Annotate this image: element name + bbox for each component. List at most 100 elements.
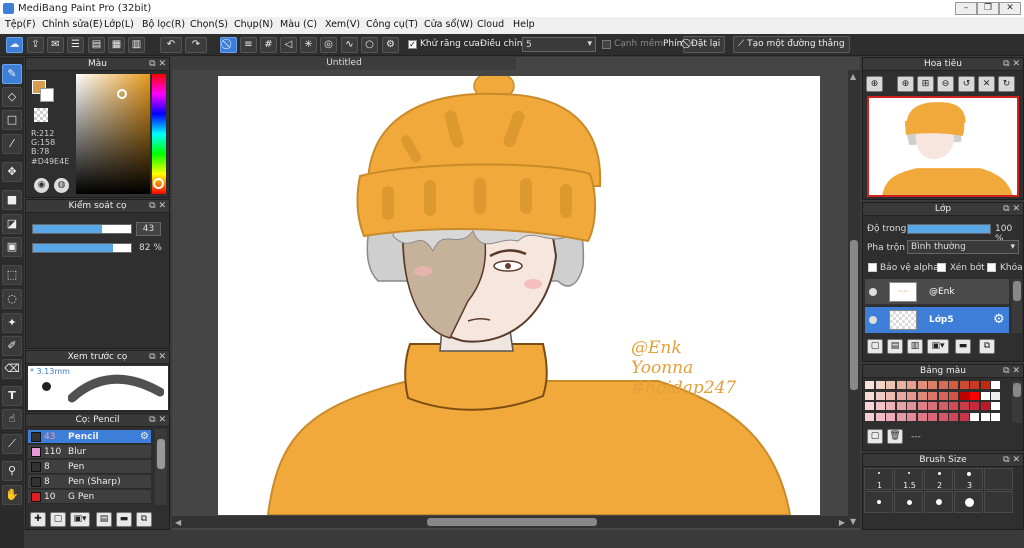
panel-icon[interactable]: ▥	[128, 37, 145, 53]
palette-swatch[interactable]	[928, 402, 937, 410]
scroll-right-icon[interactable]: ▶	[839, 518, 845, 527]
palette-swatch[interactable]	[980, 402, 990, 410]
curve-snap-icon[interactable]: ∿	[341, 37, 358, 53]
palette-swatch[interactable]	[980, 412, 990, 421]
palette-swatch[interactable]	[970, 391, 979, 400]
brush-item[interactable]: 43 Pencil ⚙	[28, 430, 151, 444]
fit-window-icon[interactable]: ⊞	[917, 76, 934, 92]
brush-size-preset-empty-2[interactable]	[984, 491, 1013, 513]
panel-controls-icon[interactable]: ⧉ ✕	[1003, 365, 1020, 377]
menu-filter[interactable]: Bộ lọc(R)	[142, 19, 185, 30]
brush-size-preset-15[interactable]	[954, 491, 983, 513]
soft-edge-checkbox[interactable]	[602, 40, 611, 49]
brush-size-preset-3[interactable]: 3	[954, 468, 983, 490]
palette-swatch[interactable]	[865, 381, 874, 389]
text-tool-icon[interactable]: T	[2, 386, 22, 406]
palette-swatch[interactable]	[886, 402, 895, 410]
palette-swatch[interactable]	[886, 412, 895, 421]
grid-page-icon[interactable]: ▦	[108, 37, 125, 53]
palette-swatch[interactable]	[896, 412, 906, 421]
layer-scrollbar[interactable]	[1012, 279, 1022, 333]
drawing-canvas[interactable]: @Enk Yoonna #hoidap247	[218, 76, 820, 515]
hue-cursor[interactable]	[153, 178, 164, 189]
palette-swatch[interactable]	[928, 412, 937, 421]
navigator-thumbnail[interactable]	[867, 96, 1019, 197]
palette-swatch[interactable]	[907, 402, 916, 410]
menu-tools[interactable]: Công cụ(T)	[366, 19, 418, 30]
palette-swatch[interactable]	[991, 402, 1000, 410]
palette-swatch[interactable]	[907, 381, 916, 389]
palette-swatch[interactable]	[959, 402, 969, 410]
select-rect-tool-icon[interactable]: ⬚	[2, 265, 22, 285]
new-layer-icon[interactable]: ▢	[867, 339, 883, 354]
brush-menu-icon[interactable]: ▣▾	[70, 512, 90, 527]
brush-size-preset-1-5[interactable]: 1.5	[894, 468, 923, 490]
delete-palette-color-icon[interactable]: 🗑	[887, 429, 903, 444]
blend-mode-dropdown[interactable]: Bình thường ▾	[907, 240, 1019, 254]
palette-swatch[interactable]	[949, 391, 958, 400]
menu-cloud[interactable]: Cloud	[477, 19, 504, 30]
menu-layer[interactable]: Lớp(L)	[104, 19, 134, 30]
comment-icon[interactable]: ✉	[47, 37, 64, 53]
eyedropper-tool-icon[interactable]: ⚲	[2, 461, 22, 481]
layer-opacity-slider[interactable]	[907, 224, 991, 234]
palette-swatch[interactable]	[865, 391, 874, 400]
bucket-tool-icon[interactable]: ◪	[2, 214, 22, 234]
layer-row-enk[interactable]: ~~ @Enk	[865, 279, 1009, 305]
palette-swatch[interactable]	[938, 391, 948, 400]
protect-alpha-checkbox[interactable]	[868, 263, 877, 272]
palette-swatch[interactable]	[917, 391, 927, 400]
color-picker-icon[interactable]: ◍	[54, 178, 69, 193]
new-layer-1bit-icon[interactable]: ▤	[887, 339, 903, 354]
layer-add-menu-icon[interactable]: ▣▾	[927, 339, 949, 354]
brush-settings-icon[interactable]: ▤	[96, 512, 112, 527]
palette-swatch[interactable]	[949, 402, 958, 410]
brush-copy-icon[interactable]: ⧉	[136, 512, 152, 527]
perspective-snap-icon[interactable]: ◁	[280, 37, 297, 53]
scroll-left-icon[interactable]: ◀	[175, 518, 181, 527]
palette-swatch[interactable]	[959, 381, 969, 389]
duplicate-layer-icon[interactable]: ⧉	[979, 339, 995, 354]
panel-controls-icon[interactable]: ⧉ ✕	[1003, 58, 1020, 70]
layer-row-lop5[interactable]: Lớp5 ⚙	[865, 307, 1009, 333]
lasso-tool-icon[interactable]: ◌	[2, 289, 22, 309]
select-eraser-tool-icon[interactable]: ⌫	[2, 359, 22, 379]
transparent-swatch[interactable]	[34, 108, 48, 122]
saturation-brightness-picker[interactable]	[76, 74, 150, 194]
vertical-scroll-thumb[interactable]	[850, 240, 858, 390]
menu-view[interactable]: Xem(V)	[325, 19, 360, 30]
canvas-horizontal-scrollbar[interactable]: ◀ ▶	[172, 516, 848, 528]
palette-swatch[interactable]	[875, 381, 885, 389]
palette-swatch[interactable]	[938, 412, 948, 421]
palette-swatch[interactable]	[938, 402, 948, 410]
brush-size-preset-5[interactable]	[864, 491, 893, 513]
add-brush-icon[interactable]: ✚	[30, 512, 46, 527]
scroll-down-icon[interactable]: ▼	[850, 517, 856, 526]
menu-window[interactable]: Cửa sổ(W)	[424, 19, 473, 30]
panel-controls-icon[interactable]: ⧉ ✕	[149, 200, 166, 212]
zoom-in-alt-icon[interactable]: ⊕	[897, 76, 914, 92]
sv-cursor[interactable]	[117, 89, 127, 99]
layer-settings-icon[interactable]: ⚙	[993, 312, 1005, 327]
palette-swatch[interactable]	[970, 402, 979, 410]
palette-swatch[interactable]	[907, 391, 916, 400]
palette-scrollbar[interactable]	[1012, 381, 1022, 423]
brush-opacity-slider[interactable]	[32, 243, 132, 253]
rotate-left-icon[interactable]: ↺	[958, 76, 975, 92]
new-brush-icon[interactable]: ▢	[50, 512, 66, 527]
palette-swatch[interactable]	[875, 402, 885, 410]
layer-folder-icon[interactable]: ▬	[955, 339, 971, 354]
palette-swatch[interactable]	[980, 391, 990, 400]
radial-snap-icon[interactable]: ✳	[300, 37, 317, 53]
brush-size-value[interactable]: 43	[136, 222, 161, 236]
palette-swatch[interactable]	[865, 402, 874, 410]
palette-swatch[interactable]	[896, 391, 906, 400]
snap-settings-icon[interactable]: ⚙	[382, 37, 399, 53]
panel-controls-icon[interactable]: ⧉ ✕	[149, 58, 166, 70]
redo-icon[interactable]: ↷	[185, 37, 207, 53]
layer-visibility-icon[interactable]	[869, 288, 877, 296]
antialias-checkbox[interactable]: ✓	[408, 40, 417, 49]
palette-swatch[interactable]	[970, 412, 979, 421]
divide-tool-icon[interactable]: ⟋	[2, 434, 22, 454]
panel-controls-icon[interactable]: ⧉ ✕	[149, 351, 166, 363]
